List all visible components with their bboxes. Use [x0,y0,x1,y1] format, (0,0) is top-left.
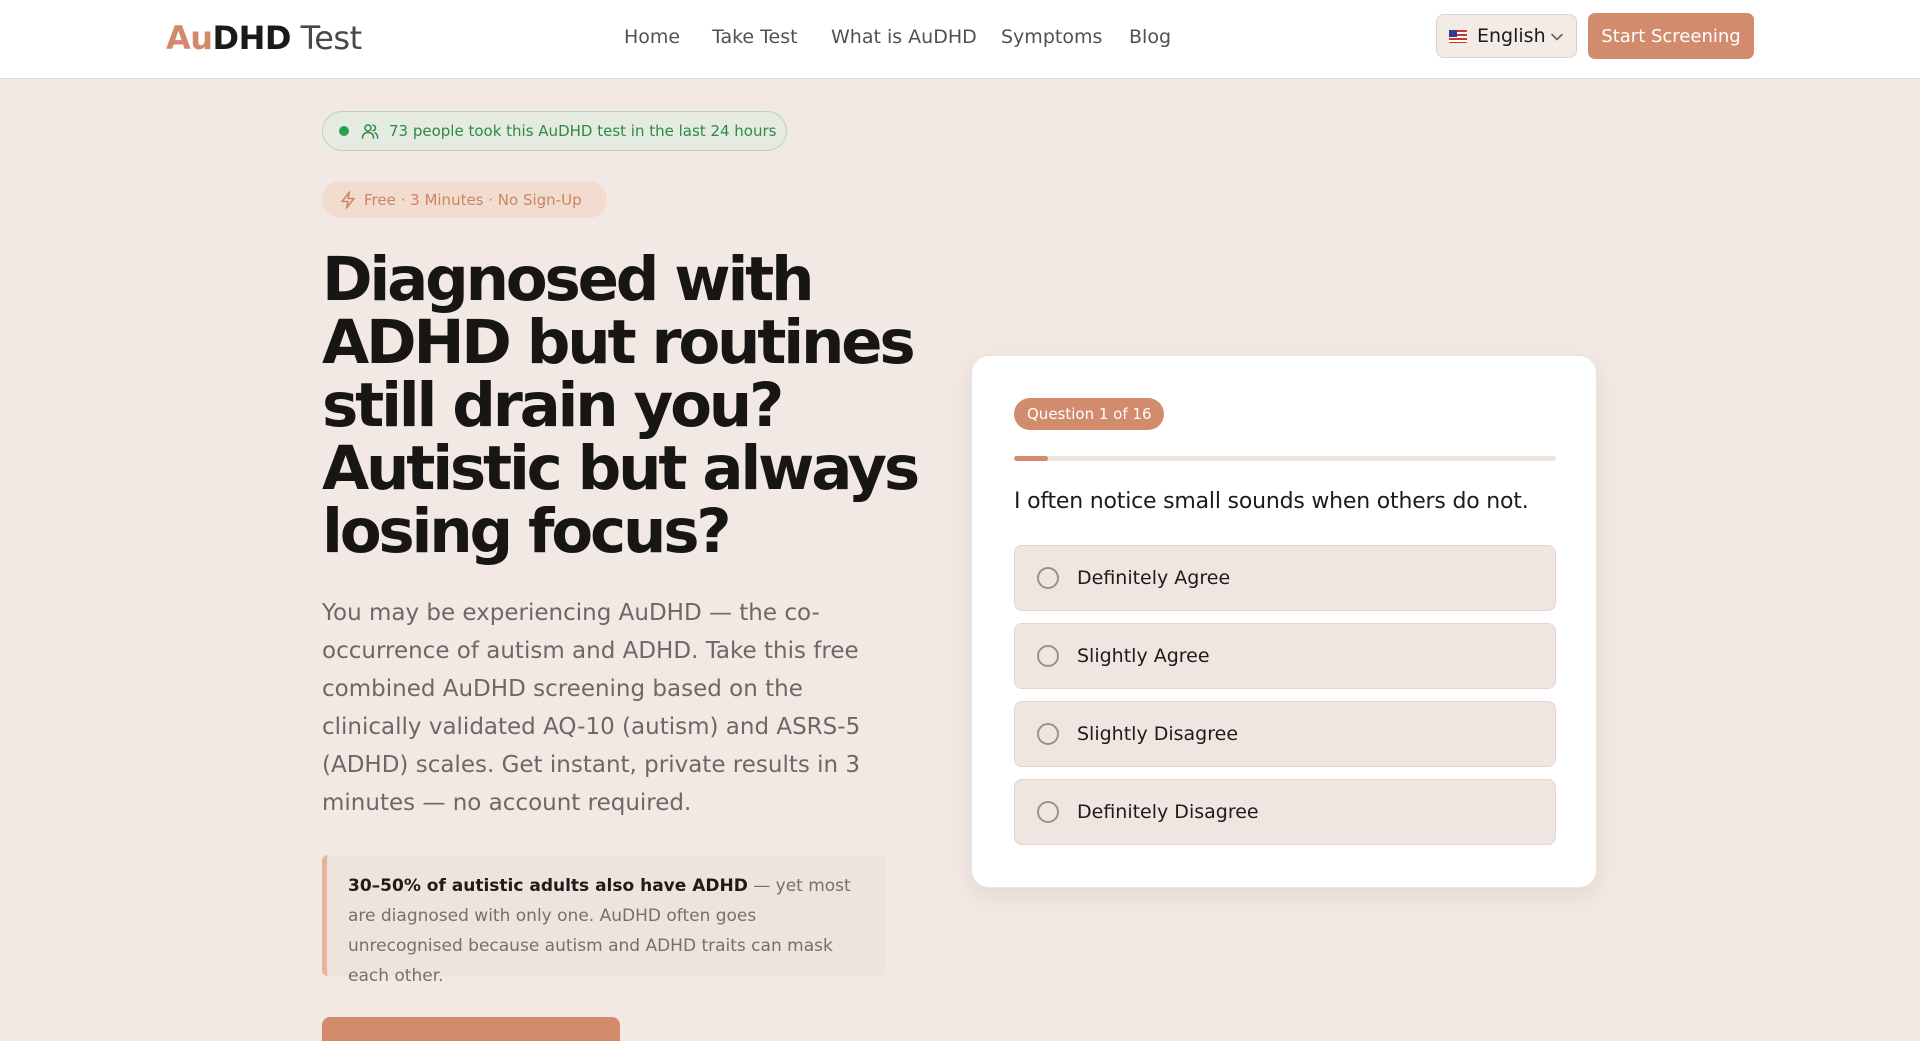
nav-what-is-audhd[interactable]: What is AuDHD [831,24,977,50]
start-screening-button[interactable]: Start Screening [1588,13,1754,59]
option-slightly-agree[interactable]: Slightly Agree [1014,623,1556,689]
language-select[interactable]: English [1436,14,1577,58]
site-logo[interactable]: AuDHD Test [166,18,362,58]
radio-icon [1037,645,1059,667]
option-label: Slightly Agree [1077,645,1210,667]
nav-take-test[interactable]: Take Test [712,24,798,50]
question-text: I often notice small sounds when others … [1014,489,1529,514]
users-icon [361,124,379,139]
nav-blog[interactable]: Blog [1129,24,1171,50]
live-activity-text: 73 people took this AuDHD test in the la… [389,122,777,140]
nav-symptoms[interactable]: Symptoms [1001,24,1102,50]
live-activity-badge: 73 people took this AuDHD test in the la… [322,111,787,151]
hero-cta-button[interactable] [322,1017,620,1041]
logo-dhd: DHD [212,19,292,57]
logo-au: Au [166,19,213,57]
live-dot-icon [339,126,349,136]
chevron-down-icon [1551,33,1563,41]
stat-callout: 30–50% of autistic adults also have ADHD… [322,855,886,986]
callout-stat: 30–50% of autistic adults also have ADHD [348,876,748,896]
radio-icon [1037,567,1059,589]
lightning-icon [341,190,355,209]
language-label: English [1477,25,1546,47]
question-counter-badge: Question 1 of 16 [1014,398,1165,430]
option-label: Definitely Agree [1077,567,1231,589]
option-label: Slightly Disagree [1077,723,1239,745]
option-slightly-disagree[interactable]: Slightly Disagree [1014,701,1556,767]
option-definitely-disagree[interactable]: Definitely Disagree [1014,779,1556,845]
quiz-progress-bar [1014,456,1556,461]
hero-title: Diagnosed with ADHD but routines still d… [322,244,920,567]
hero-description: You may be experiencing AuDHD — the co-o… [322,600,861,816]
logo-test: Test [300,19,363,57]
radio-icon [1037,723,1059,745]
radio-icon [1037,801,1059,823]
quiz-progress-fill [1014,456,1048,461]
nav-home[interactable]: Home [624,24,680,50]
option-label: Definitely Disagree [1077,801,1259,823]
option-definitely-agree[interactable]: Definitely Agree [1014,545,1556,611]
feature-badge-text: Free · 3 Minutes · No Sign-Up [364,190,582,209]
feature-badge: Free · 3 Minutes · No Sign-Up [322,181,607,218]
us-flag-icon [1449,29,1467,43]
site-header: AuDHD Test Home Take Test What is AuDHD … [0,0,1920,79]
quiz-card: Question 1 of 16 I often notice small so… [971,355,1597,888]
